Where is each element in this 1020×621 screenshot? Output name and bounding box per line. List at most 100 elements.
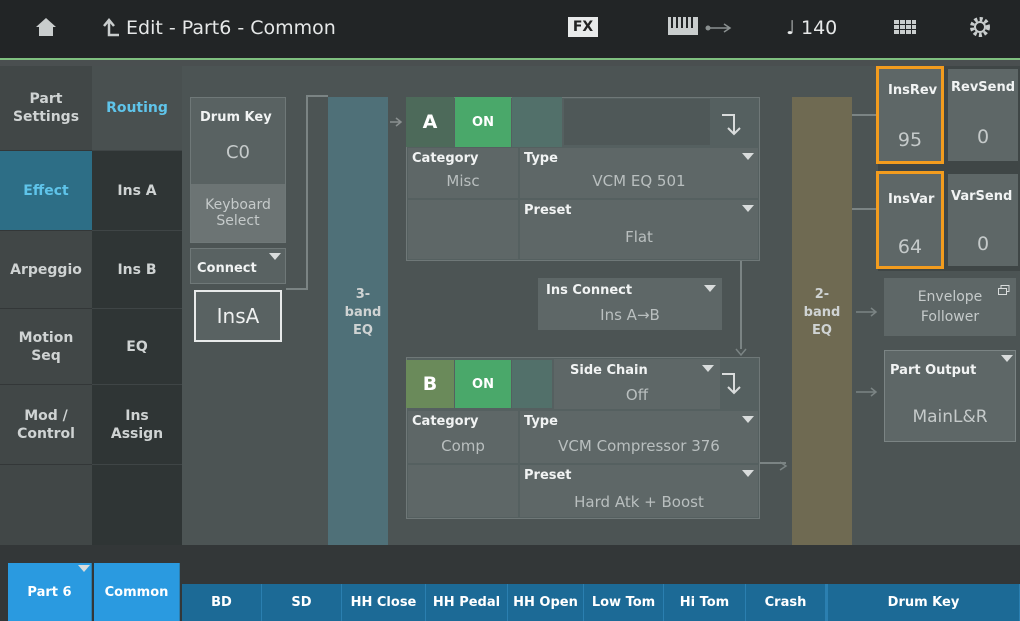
insvar-cell[interactable]: InsVar 64 (876, 171, 944, 269)
connect-value[interactable]: InsA (194, 290, 282, 342)
connect-label: Connect (197, 261, 257, 276)
corner-arrow-icon[interactable] (720, 372, 742, 402)
side-chain-dropdown[interactable]: Side Chain Off (554, 359, 720, 409)
varsend-cell[interactable]: VarSend 0 (948, 174, 1018, 266)
tempo-display[interactable]: ♩ 140 (786, 17, 837, 39)
tab-effect[interactable]: Effect (0, 151, 92, 231)
tab-crash[interactable]: Crash (746, 584, 826, 621)
gear-icon[interactable] (968, 15, 992, 43)
ins-b-type-value: VCM Compressor 376 (558, 437, 720, 455)
tab-arpeggio[interactable]: Arpeggio (0, 231, 92, 309)
side-chain-label: Side Chain (570, 363, 648, 378)
connect-dropdown[interactable]: Connect (190, 248, 286, 284)
revsend-label: RevSend (951, 80, 1016, 95)
preset-label: Preset (524, 203, 572, 218)
ins-b-category-cell[interactable]: Category Comp (408, 411, 518, 463)
ins-a-letter: A (406, 97, 454, 147)
type-label: Type (524, 414, 558, 429)
chevron-down-icon (1001, 355, 1013, 362)
part-output-value: MainL&R (912, 407, 988, 427)
type-label: Type (524, 151, 558, 166)
revsend-cell[interactable]: RevSend 0 (948, 69, 1018, 161)
tab-hh-open[interactable]: HH Open (508, 584, 584, 621)
connector-line (852, 208, 876, 210)
tab-drum-key[interactable]: Drum Key (826, 584, 1020, 621)
ins-b-on-button[interactable]: ON (455, 360, 511, 408)
drum-key-value: C0 (225, 142, 251, 163)
corner-arrow-icon[interactable] (720, 113, 742, 143)
ins-a-preset-value: Flat (625, 228, 653, 246)
insrev-value: 95 (897, 129, 923, 151)
chevron-down-icon (742, 416, 754, 423)
varsend-label: VarSend (951, 189, 1013, 204)
ins-a-preset-cell[interactable]: Preset Flat (520, 200, 758, 259)
header-divider (0, 58, 1020, 66)
varsend-value: 0 (976, 233, 990, 255)
back-arrow-icon[interactable] (100, 18, 120, 42)
tab-hh-pedal[interactable]: HH Pedal (426, 584, 508, 621)
chevron-down-icon (78, 565, 90, 572)
ins-b-type-cell[interactable]: Type VCM Compressor 376 (520, 411, 758, 463)
home-icon[interactable] (34, 16, 58, 44)
fx-badge[interactable]: FX (568, 17, 598, 37)
tab-part-settings[interactable]: Part Settings (0, 66, 92, 151)
envelope-follower-button[interactable]: Envelope Follower (884, 278, 1016, 336)
ins-a-category-value: Misc (446, 172, 480, 190)
ins-connect-dropdown[interactable]: Ins Connect Ins A→B (538, 278, 722, 330)
tab-hi-tom[interactable]: Hi Tom (664, 584, 746, 621)
tab-empty (0, 465, 92, 545)
ins-connect-value: Ins A→B (600, 306, 660, 324)
connector-line (306, 95, 308, 290)
drum-key-label: Drum Key (200, 110, 272, 125)
part-output-dropdown[interactable]: Part Output MainL&R (884, 350, 1016, 442)
tab-bd[interactable]: BD (182, 584, 262, 621)
arrow-right-icon (390, 112, 404, 131)
connector-line (852, 114, 876, 116)
chevron-down-icon (704, 285, 716, 292)
keyboard-icon (668, 17, 698, 39)
ins-b-empty-cell (408, 465, 518, 517)
ins-a-type-value: VCM EQ 501 (592, 172, 686, 190)
insvar-value: 64 (897, 236, 923, 258)
ins-a-empty-cell (408, 200, 518, 259)
keyboard-select-button[interactable]: Keyboard Select (191, 184, 285, 242)
category-label: Category (412, 414, 479, 429)
subtab-eq[interactable]: EQ (92, 309, 182, 385)
chevron-down-icon (742, 205, 754, 212)
chevron-down-icon (702, 365, 714, 372)
subtab-empty (92, 465, 182, 545)
chevron-down-icon (742, 153, 754, 160)
ins-b-preset-cell[interactable]: Preset Hard Atk + Boost (520, 465, 758, 517)
insrev-cell[interactable]: InsRev 95 (876, 66, 944, 164)
grid-icon[interactable] (894, 20, 916, 42)
tab-common[interactable]: Common (94, 563, 180, 621)
subtab-ins-b[interactable]: Ins B (92, 231, 182, 309)
ins-connect-label: Ins Connect (546, 283, 633, 298)
page-title: Edit - Part6 - Common (126, 17, 336, 39)
ins-a-on-button[interactable]: ON (455, 97, 511, 147)
drum-key-panel[interactable]: Drum Key C0 Keyboard Select (190, 97, 286, 243)
ins-b-letter: B (406, 360, 454, 408)
subtab-routing[interactable]: Routing (92, 66, 182, 151)
eq2-label: 2-band EQ (803, 287, 841, 338)
chevron-down-icon (742, 470, 754, 477)
tab-low-tom[interactable]: Low Tom (584, 584, 664, 621)
eq3-label: 3-band EQ (344, 287, 382, 338)
subtab-ins-assign[interactable]: Ins Assign (92, 385, 182, 465)
part-output-label: Part Output (890, 363, 977, 378)
tab-hh-close[interactable]: HH Close (342, 584, 426, 621)
arrow-right-icon (778, 457, 790, 476)
chevron-down-icon (269, 253, 281, 260)
arrow-right-icon (856, 382, 880, 401)
tab-sd[interactable]: SD (262, 584, 342, 621)
revsend-value: 0 (976, 126, 990, 148)
tab-motion-seq[interactable]: Motion Seq (0, 309, 92, 385)
arrow-right-icon (856, 302, 880, 321)
insvar-label: InsVar (888, 192, 935, 207)
category-label: Category (412, 151, 479, 166)
tab-mod-control[interactable]: Mod / Control (0, 385, 92, 465)
ins-a-type-cell[interactable]: Type VCM EQ 501 (520, 148, 758, 198)
subtab-ins-a[interactable]: Ins A (92, 151, 182, 231)
ins-a-category-cell[interactable]: Category Misc (408, 148, 518, 198)
preset-label: Preset (524, 468, 572, 483)
